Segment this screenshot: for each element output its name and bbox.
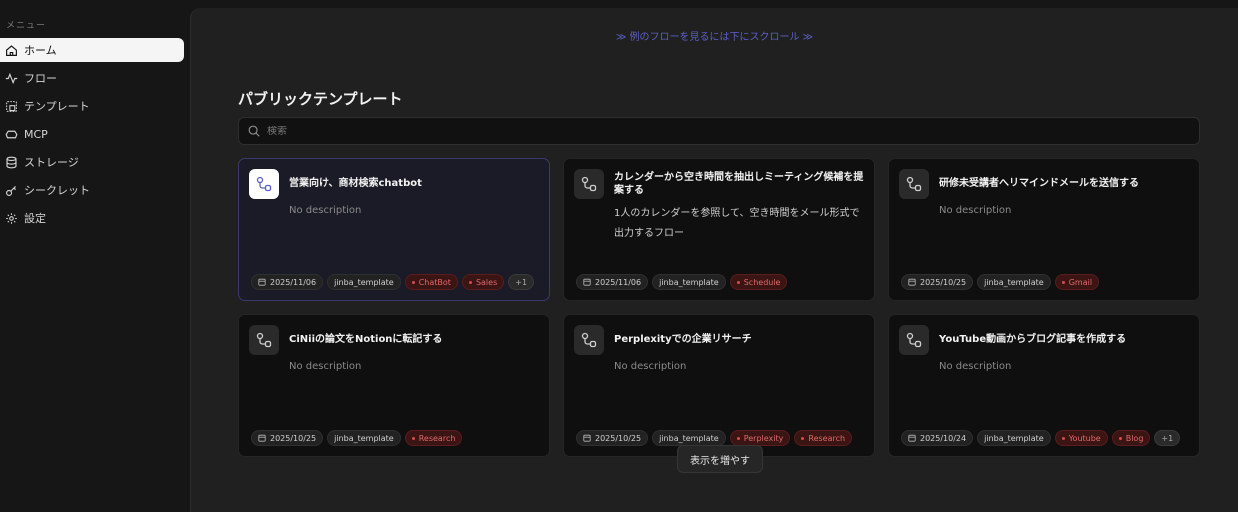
- flow-icon: [899, 169, 929, 199]
- author-chip: jinba_template: [652, 274, 726, 290]
- card-date: 2025/11/06: [595, 277, 642, 287]
- date-chip: 2025/10/25: [576, 430, 649, 446]
- template-card[interactable]: CiNiiの論文をNotionに転記する No description 2025…: [238, 314, 550, 457]
- template-card[interactable]: カレンダーから空き時間を抽出しミーティング候補を提案する 1人のカレンダーを参照…: [563, 158, 875, 301]
- card-date: 2025/10/25: [920, 277, 967, 287]
- key-icon: [6, 185, 16, 196]
- sidebar-item-secrets[interactable]: シークレット: [0, 178, 184, 202]
- template-card[interactable]: Perplexityでの企業リサーチ No description 2025/1…: [563, 314, 875, 457]
- flow-icon: [249, 169, 279, 199]
- card-meta: 2025/10/25 jinba_template Gmail: [901, 274, 1100, 290]
- card-description: No description: [614, 361, 687, 372]
- main-panel: ≫ 例のフローを見るには下にスクロール ≫ パブリックテンプレート 営業向け、商…: [190, 8, 1238, 512]
- card-description: No description: [289, 205, 362, 216]
- author-chip: jinba_template: [327, 274, 401, 290]
- home-icon: [6, 44, 17, 56]
- scroll-hint[interactable]: ≫ 例のフローを見るには下にスクロール ≫: [191, 28, 1238, 43]
- card-meta: 2025/11/06 jinba_template ChatBot Sales …: [251, 274, 535, 290]
- calendar-icon: [258, 278, 266, 286]
- date-chip: 2025/10/25: [901, 274, 974, 290]
- tag-chip: ChatBot: [404, 274, 458, 290]
- date-chip: 2025/11/06: [576, 274, 649, 290]
- card-title: Perplexityでの企業リサーチ: [614, 334, 752, 345]
- calendar-icon: [258, 434, 266, 442]
- sidebar-item-label: MCP: [24, 127, 48, 141]
- sidebar-item-label: フロー: [24, 72, 57, 85]
- activity-icon: [5, 72, 18, 84]
- author-chip: jinba_template: [977, 274, 1051, 290]
- date-chip: 2025/11/06: [251, 274, 324, 290]
- sidebar: メニュー ホーム フロー テンプレート MCP ストレージ シークレット 設定: [0, 0, 190, 512]
- sidebar-item-home[interactable]: ホーム: [0, 38, 184, 62]
- tag-chip: Blog: [1111, 430, 1151, 446]
- card-date: 2025/10/25: [595, 433, 642, 443]
- card-meta: 2025/10/25 jinba_template Perplexity Res…: [576, 430, 853, 446]
- card-date: 2025/10/24: [920, 433, 967, 443]
- date-chip: 2025/10/25: [251, 430, 324, 446]
- card-meta: 2025/11/06 jinba_template Schedule: [576, 274, 788, 290]
- flow-icon: [574, 325, 604, 355]
- search-icon: [248, 125, 260, 137]
- menu-caption: メニュー: [6, 21, 47, 31]
- tag-chip: Schedule: [729, 274, 788, 290]
- tag-chip: Research: [404, 430, 463, 446]
- card-title: YouTube動画からブログ記事を作成する: [939, 334, 1127, 345]
- card-description: No description: [939, 205, 1012, 216]
- tag-chip: Youtube: [1054, 430, 1108, 446]
- card-date: 2025/10/25: [270, 433, 317, 443]
- template-icon: [6, 100, 17, 112]
- card-title: CiNiiの論文をNotionに転記する: [289, 334, 443, 345]
- flow-icon: [899, 325, 929, 355]
- search-bar: [238, 117, 1200, 145]
- card-title: カレンダーから空き時間を抽出しミーティング候補を提案する: [614, 172, 864, 196]
- calendar-icon: [908, 278, 916, 286]
- calendar-icon: [583, 434, 591, 442]
- card-title: 研修未受講者へリマインドメールを送信する: [939, 178, 1139, 189]
- search-input[interactable]: [267, 125, 1167, 137]
- more-tags-chip: +1: [1154, 430, 1181, 446]
- sidebar-item-label: ホーム: [24, 44, 57, 57]
- flow-icon: [574, 169, 604, 199]
- card-description: No description: [289, 361, 362, 372]
- template-card[interactable]: 営業向け、商材検索chatbot No description 2025/11/…: [238, 158, 550, 301]
- date-chip: 2025/10/24: [901, 430, 974, 446]
- sidebar-nav: ホーム フロー テンプレート MCP ストレージ シークレット 設定: [0, 38, 190, 234]
- calendar-icon: [583, 278, 591, 286]
- sidebar-item-flow[interactable]: フロー: [0, 66, 184, 90]
- flow-icon: [249, 325, 279, 355]
- tag-chip: Perplexity: [729, 430, 791, 446]
- template-card[interactable]: 研修未受講者へリマインドメールを送信する No description 2025…: [888, 158, 1200, 301]
- more-tags-chip: +1: [508, 274, 535, 290]
- show-more-button[interactable]: 表示を増やす: [677, 445, 763, 473]
- card-title: 営業向け、商材検索chatbot: [289, 178, 422, 189]
- sidebar-item-mcp[interactable]: MCP: [0, 122, 184, 146]
- sidebar-item-label: シークレット: [24, 184, 90, 197]
- card-description: 1人のカレンダーを参照して、空き時間をメール形式で出力するフロー: [614, 208, 860, 239]
- sidebar-item-templates[interactable]: テンプレート: [0, 94, 184, 118]
- author-chip: jinba_template: [327, 430, 401, 446]
- sidebar-item-label: テンプレート: [24, 100, 90, 113]
- tag-chip: Research: [794, 430, 853, 446]
- author-chip: jinba_template: [652, 430, 726, 446]
- card-description: No description: [939, 361, 1012, 372]
- sidebar-item-label: 設定: [24, 212, 46, 225]
- database-icon: [6, 156, 17, 168]
- author-chip: jinba_template: [977, 430, 1051, 446]
- sidebar-item-settings[interactable]: 設定: [0, 206, 184, 230]
- page-title: パブリックテンプレート: [238, 90, 403, 108]
- mcp-icon: [5, 130, 18, 138]
- gear-icon: [6, 212, 17, 224]
- tag-chip: Sales: [461, 274, 505, 290]
- card-meta: 2025/10/24 jinba_template Youtube Blog +…: [901, 430, 1181, 446]
- template-grid: 営業向け、商材検索chatbot No description 2025/11/…: [238, 158, 1200, 457]
- sidebar-item-storage[interactable]: ストレージ: [0, 150, 184, 174]
- card-meta: 2025/10/25 jinba_template Research: [251, 430, 463, 446]
- tag-chip: Gmail: [1054, 274, 1100, 290]
- card-date: 2025/11/06: [270, 277, 317, 287]
- template-card[interactable]: YouTube動画からブログ記事を作成する No description 202…: [888, 314, 1200, 457]
- sidebar-item-label: ストレージ: [24, 156, 79, 169]
- calendar-icon: [908, 434, 916, 442]
